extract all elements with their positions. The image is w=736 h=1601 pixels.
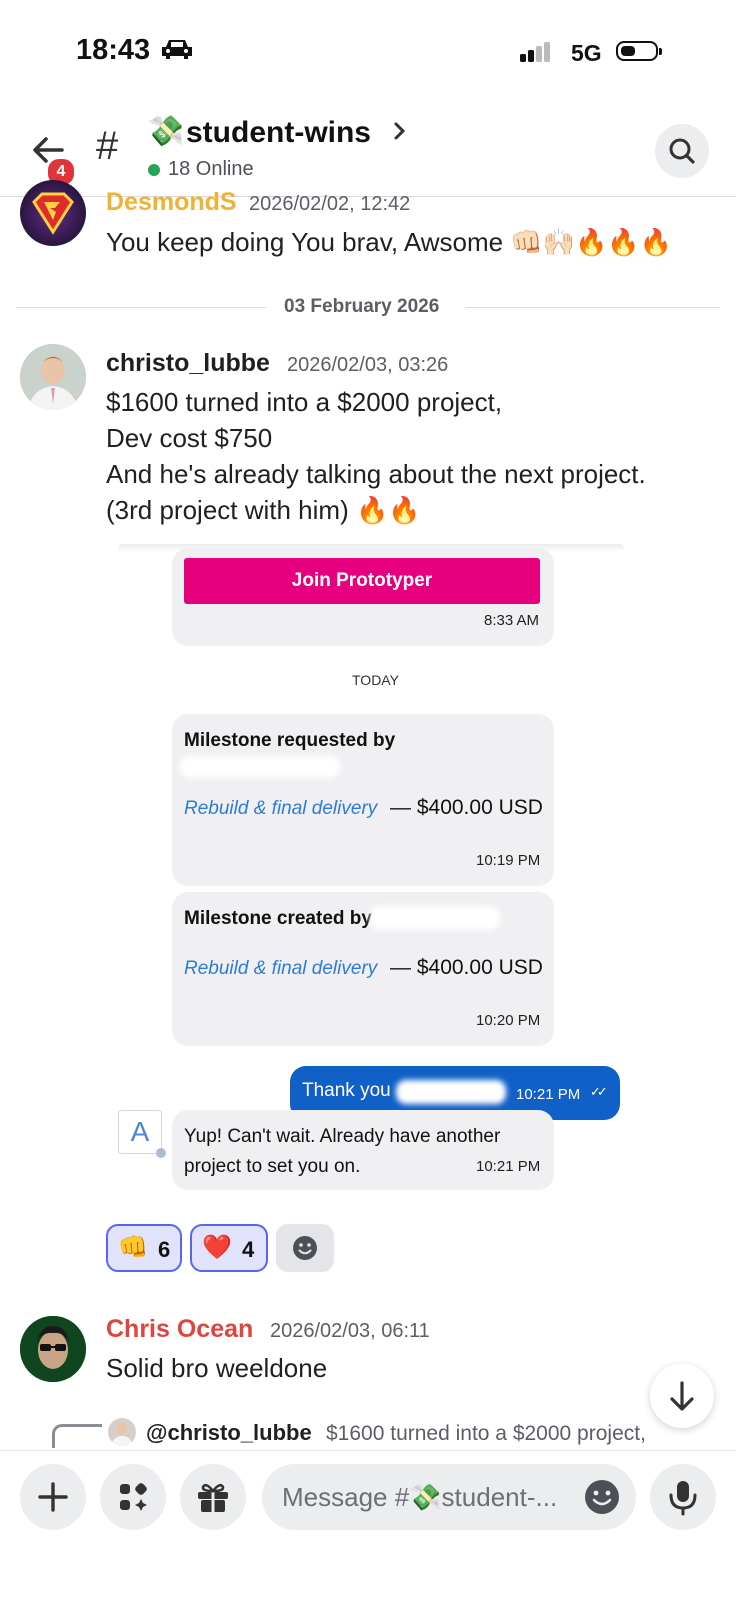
search-button[interactable] [655, 124, 709, 178]
message-line: Dev cost $750 [106, 423, 273, 453]
message-author[interactable]: DesmondS [106, 188, 237, 217]
battery-icon [616, 41, 662, 61]
reply-preview[interactable]: $1600 turned into a $2000 project, [326, 1422, 646, 1446]
mic-icon [669, 1481, 697, 1516]
attachment-image[interactable]: Join Prototyper 8:33 AM TODAY Milestone … [106, 544, 646, 1218]
reaction-count: 6 [158, 1237, 171, 1262]
embed-time: 10:21 PM [476, 1158, 541, 1175]
reaction-emoji: 👊 [118, 1234, 148, 1261]
presence-dot [156, 1148, 166, 1158]
message-author[interactable]: christo_lubbe [106, 349, 270, 378]
network-type: 5G [571, 40, 602, 66]
message-timestamp: 2026/02/02, 12:42 [249, 193, 411, 215]
gift-button[interactable] [180, 1464, 246, 1530]
milestone-link: Rebuild & final delivery [184, 958, 378, 979]
emoji-icon [293, 1236, 317, 1260]
jump-to-bottom-button[interactable] [650, 1364, 714, 1428]
contact-avatar: A [118, 1110, 162, 1154]
car-icon [162, 40, 193, 59]
embed-time: 10:20 PM [476, 1012, 541, 1029]
signal-icon [520, 42, 550, 62]
embed-time: 10:21 PM [516, 1086, 581, 1103]
hash-icon: # [96, 124, 119, 168]
arrow-down-icon [670, 1381, 694, 1411]
avatar-desmonds[interactable] [20, 180, 86, 246]
plus-icon [38, 1482, 68, 1512]
message-line: (3rd project with him) 🔥🔥 [106, 495, 421, 525]
chevron-right-icon[interactable] [392, 118, 408, 151]
milestone-amount: — $400.00 USD [390, 956, 543, 979]
join-prototyper-button: Join Prototyper [184, 558, 540, 604]
message-input[interactable]: Message #💸student-... [262, 1464, 636, 1530]
redacted-name [180, 756, 340, 778]
message-line: $1600 turned into a $2000 project, [106, 387, 503, 417]
date-divider-line [16, 307, 266, 308]
read-ticks-icon: ✓✓ [590, 1084, 608, 1099]
message-line: And he's already talking about the next … [106, 459, 646, 489]
redacted-name [370, 906, 500, 930]
channel-emoji: 💸 [147, 115, 185, 148]
message-placeholder: Message #💸student-... [282, 1482, 558, 1512]
incoming-line: project to set you on. [184, 1156, 361, 1177]
status-time: 18:43 [76, 34, 194, 67]
message-author[interactable]: Chris Ocean [106, 1315, 253, 1344]
milestone-title: Milestone requested by [184, 730, 396, 751]
add-attachment-button[interactable] [20, 1464, 86, 1530]
avatar-chris-ocean[interactable] [20, 1316, 86, 1382]
apps-icon [120, 1483, 147, 1511]
voice-message-button[interactable] [650, 1464, 716, 1530]
avatar-christo-lubbe[interactable] [20, 344, 86, 410]
embed-time: 8:33 AM [484, 612, 540, 629]
reply-avatar [108, 1418, 136, 1446]
reaction-emoji: ❤️ [202, 1234, 232, 1261]
milestone-amount: — $400.00 USD [390, 796, 543, 819]
add-reaction-button[interactable] [276, 1224, 334, 1272]
channel-name[interactable]: student-wins [186, 116, 371, 150]
message-text: Solid bro weeldone [106, 1353, 328, 1383]
online-count: 18 Online [168, 158, 254, 180]
emoji-icon[interactable] [582, 1477, 622, 1517]
message-timestamp: 2026/02/03, 03:26 [287, 354, 449, 376]
online-status-dot [148, 164, 160, 176]
reply-mention[interactable]: @christo_lubbe [146, 1420, 312, 1446]
redacted-name [396, 1080, 506, 1104]
search-icon [669, 138, 695, 164]
reaction-count: 4 [242, 1237, 255, 1262]
milestone-link: Rebuild & final delivery [184, 798, 378, 819]
reaction-fist[interactable]: 👊 6 [106, 1224, 182, 1272]
reaction-heart[interactable]: ❤️ 4 [190, 1224, 268, 1272]
incoming-bubble [172, 1110, 554, 1190]
date-divider-label: 03 February 2026 [284, 296, 440, 317]
message-timestamp: 2026/02/03, 06:11 [270, 1320, 430, 1342]
message-text: You keep doing You brav, Awsome 👊🏻🙌🏻🔥🔥🔥 [106, 227, 673, 257]
incoming-line: Yup! Can't wait. Already have another [184, 1126, 501, 1147]
milestone-title: Milestone created by [184, 908, 372, 929]
apps-button[interactable] [100, 1464, 166, 1530]
embed-today-label: TODAY [352, 672, 399, 688]
outgoing-text: Thank you [302, 1080, 391, 1101]
reply-connector [52, 1424, 102, 1448]
embed-time: 10:19 PM [476, 852, 541, 869]
date-divider-line [466, 307, 720, 308]
gift-icon [198, 1483, 228, 1513]
